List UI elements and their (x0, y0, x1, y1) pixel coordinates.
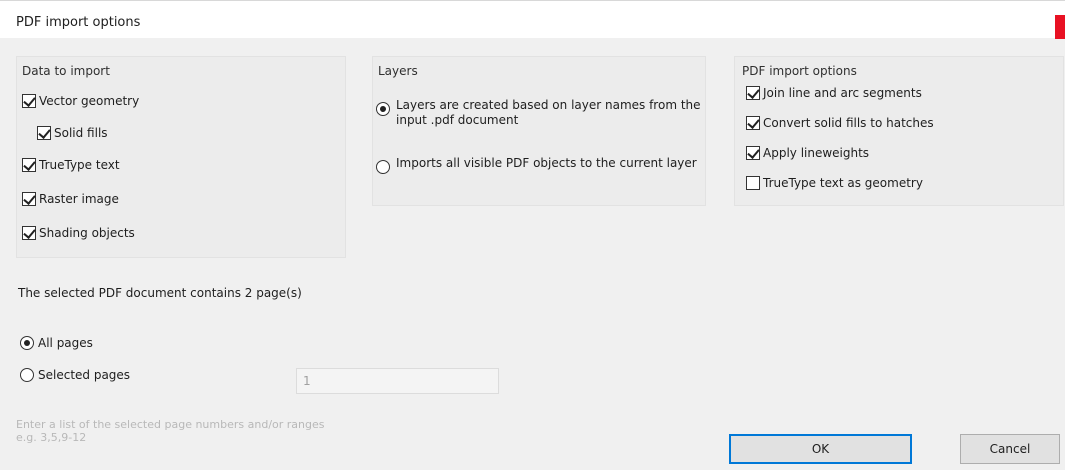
layers-group (372, 56, 706, 206)
all-pages-option[interactable]: All pages (20, 336, 93, 350)
current-layer-label: Imports all visible PDF objects to the c… (396, 156, 697, 170)
join-segments-checkbox[interactable] (746, 86, 760, 100)
shading-objects-label: Shading objects (39, 226, 135, 240)
join-segments-option[interactable]: Join line and arc segments (746, 86, 922, 100)
solid-fills-option[interactable]: Solid fills (37, 126, 108, 140)
apply-lineweights-option[interactable]: Apply lineweights (746, 146, 869, 160)
apply-lineweights-checkbox[interactable] (746, 146, 760, 160)
shading-objects-checkbox[interactable] (22, 226, 36, 240)
current-layer-radio[interactable] (376, 160, 390, 174)
selected-pages-input[interactable] (296, 368, 499, 394)
truetype-text-label: TrueType text (39, 158, 120, 172)
apply-lineweights-label: Apply lineweights (763, 146, 870, 160)
current-layer-option[interactable]: Imports all visible PDF objects to the c… (376, 156, 716, 174)
pdf-import-options-title: PDF import options (742, 64, 857, 78)
title-bar: PDF import options (0, 0, 1065, 39)
solid-fills-label: Solid fills (54, 126, 108, 140)
layers-by-name-label: Layers are created based on layer names … (396, 98, 701, 127)
document-page-count: The selected PDF document contains 2 pag… (18, 286, 302, 300)
all-pages-radio[interactable] (20, 336, 34, 350)
solid-fills-checkbox[interactable] (37, 126, 51, 140)
convert-fills-option[interactable]: Convert solid fills to hatches (746, 116, 934, 130)
all-pages-label: All pages (38, 336, 93, 350)
layers-by-name-option[interactable]: Layers are created based on layer names … (376, 98, 716, 128)
cancel-button[interactable]: Cancel (960, 434, 1060, 464)
vector-geometry-option[interactable]: Vector geometry (22, 94, 139, 108)
truetype-text-checkbox[interactable] (22, 158, 36, 172)
selected-pages-radio[interactable] (20, 368, 34, 382)
vector-geometry-checkbox[interactable] (22, 94, 36, 108)
page-range-hint: Enter a list of the selected page number… (16, 418, 325, 431)
raster-image-checkbox[interactable] (22, 192, 36, 206)
page-range-example: e.g. 3,5,9-12 (16, 431, 87, 444)
shading-objects-option[interactable]: Shading objects (22, 226, 135, 240)
selected-pages-option[interactable]: Selected pages (20, 368, 130, 382)
selected-pages-label: Selected pages (38, 368, 131, 382)
raster-image-label: Raster image (39, 192, 119, 206)
raster-image-option[interactable]: Raster image (22, 192, 119, 206)
vector-geometry-label: Vector geometry (39, 94, 140, 108)
truetype-as-geometry-checkbox[interactable] (746, 176, 760, 190)
layers-by-name-radio[interactable] (376, 102, 390, 116)
close-button[interactable] (1055, 15, 1065, 39)
join-segments-label: Join line and arc segments (763, 86, 922, 100)
convert-fills-label: Convert solid fills to hatches (763, 116, 934, 130)
truetype-text-option[interactable]: TrueType text (22, 158, 120, 172)
truetype-as-geometry-option[interactable]: TrueType text as geometry (746, 176, 923, 190)
ok-button[interactable]: OK (729, 434, 912, 464)
layers-title: Layers (378, 64, 418, 78)
window-title: PDF import options (16, 15, 141, 30)
convert-fills-checkbox[interactable] (746, 116, 760, 130)
truetype-as-geometry-label: TrueType text as geometry (763, 176, 923, 190)
data-to-import-title: Data to import (22, 64, 110, 78)
